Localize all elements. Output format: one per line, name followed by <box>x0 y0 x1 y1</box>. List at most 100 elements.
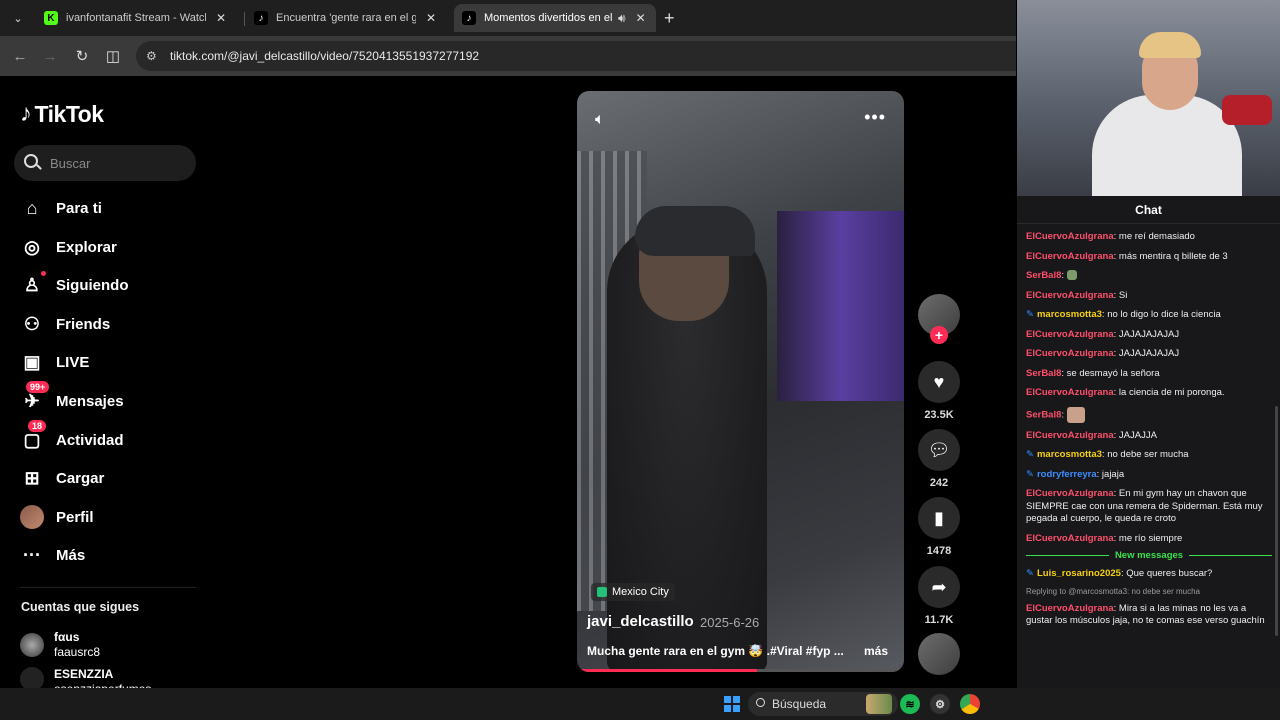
save-button[interactable]: ▮ 1478 <box>918 497 960 557</box>
chat-username[interactable]: rodryferreyra <box>1037 469 1097 480</box>
chat-username[interactable]: ElCuervoAzulgrana <box>1026 290 1114 301</box>
chrome-icon[interactable] <box>960 694 980 714</box>
chat-username[interactable]: marcosmotta3 <box>1037 309 1102 320</box>
video-player[interactable]: 🔈︎ ••• Mexico City javi_delcastillo 2025… <box>577 91 904 672</box>
avatar <box>20 667 44 688</box>
upload-icon: ⊞ <box>24 467 40 488</box>
chat-message: SerBal8: <box>1026 406 1272 423</box>
music-disc-button[interactable] <box>918 633 960 675</box>
nav-cargar[interactable]: ⊞ Cargar <box>20 463 104 493</box>
new-messages-divider: New messages <box>1026 550 1272 561</box>
close-tab-icon[interactable]: ✕ <box>426 11 436 25</box>
video-progress-bar[interactable] <box>577 669 904 672</box>
user-badge-icon: ✎ <box>1026 468 1034 480</box>
bookmark-icon: ▮ <box>918 497 960 539</box>
forward-icon[interactable]: → <box>40 46 60 66</box>
tab-title: Encuentra 'gente rara en el gimnasio' <box>276 12 416 24</box>
weather-widget-icon[interactable] <box>866 694 892 714</box>
followed-account[interactable]: ESENZZIA esenzziaperfumes <box>20 667 151 688</box>
comment-icon: 💬︎ <box>918 429 960 471</box>
windows-start-icon[interactable] <box>724 696 740 712</box>
nav-friends[interactable]: ⚇ Friends <box>20 309 110 339</box>
new-tab-icon[interactable]: + <box>664 8 675 29</box>
search-input[interactable]: Buscar <box>14 145 196 181</box>
back-icon[interactable]: ← <box>10 46 30 66</box>
more-options-icon[interactable]: ••• <box>864 107 886 128</box>
nav-label: LIVE <box>56 353 90 371</box>
chat-username[interactable]: ElCuervoAzulgrana <box>1026 251 1114 262</box>
webcam-figure-shirt <box>1092 95 1242 196</box>
app-icon[interactable]: ⚙ <box>930 694 950 714</box>
video-frame-purple-wall <box>777 211 904 401</box>
follow-plus-icon[interactable]: + <box>930 326 948 344</box>
chat-username[interactable]: Luis_rosarino2025 <box>1037 568 1121 579</box>
compass-icon: ◎ <box>24 236 40 257</box>
chat-username[interactable]: ElCuervoAzulgrana <box>1026 329 1114 340</box>
close-tab-icon[interactable]: ✕ <box>636 11 646 25</box>
chat-username[interactable]: ElCuervoAzulgrana <box>1026 533 1114 544</box>
creator-avatar-button[interactable]: + <box>918 294 960 344</box>
chat-text: JAJAJAJAJAJ <box>1118 348 1180 359</box>
tab-kick-stream[interactable]: K ivanfontanafit Stream - Watch Live ✕ <box>36 4 242 32</box>
chat-username[interactable]: marcosmotta3 <box>1037 449 1102 460</box>
chat-message: ElCuervoAzulgrana: la ciencia de mi poro… <box>1026 387 1272 400</box>
tiktok-favicon-icon: ♪ <box>254 11 268 25</box>
music-disc-icon <box>918 633 960 675</box>
chat-message: ElCuervoAzulgrana: me río siempre <box>1026 533 1272 546</box>
video-author[interactable]: javi_delcastillo <box>587 613 694 630</box>
account-name: ESENZZIA <box>54 667 114 681</box>
webcam-figure-hair <box>1139 32 1201 58</box>
nav-mas[interactable]: ··· Más <box>20 540 85 570</box>
activity-badge: 18 <box>28 420 47 432</box>
comment-count: 242 <box>929 477 949 489</box>
tiktok-logo[interactable]: ♪ TikTok <box>20 100 104 128</box>
tiktok-note-icon: ♪ <box>20 100 32 127</box>
video-date: 2025-6-26 <box>700 615 760 630</box>
tab-tiktok-search[interactable]: ♪ Encuentra 'gente rara en el gimnasio' … <box>246 4 452 32</box>
more-icon: ··· <box>23 544 41 565</box>
share-count: 11.7K <box>924 614 954 626</box>
tab-title: ivanfontanafit Stream - Watch Live <box>66 12 206 24</box>
nav-mensajes[interactable]: ✈ 99+ Mensajes <box>20 381 124 416</box>
chat-username[interactable]: ElCuervoAzulgrana <box>1026 231 1114 242</box>
share-button[interactable]: ➦ 11.7K <box>918 566 960 626</box>
chat-username[interactable]: ElCuervoAzulgrana <box>1026 348 1114 359</box>
chat-username[interactable]: ElCuervoAzulgrana <box>1026 387 1114 398</box>
nav-siguiendo[interactable]: ♙ Siguiendo <box>20 270 129 300</box>
tab-audio-icon[interactable]: 🔊︎ <box>618 11 626 26</box>
chat-username[interactable]: ElCuervoAzulgrana <box>1026 430 1114 441</box>
site-info-icon[interactable]: ⚙ <box>146 49 157 63</box>
chat-message: ElCuervoAzulgrana: me reí demasiado <box>1026 231 1272 244</box>
nav-para-ti[interactable]: ⌂ Para ti <box>20 193 102 223</box>
split-view-icon[interactable]: ◫ <box>103 46 123 66</box>
like-button[interactable]: ♥ 23.5K <box>918 361 960 421</box>
comment-button[interactable]: 💬︎ 242 <box>918 429 960 489</box>
address-bar[interactable]: ⚙ tiktok.com/@javi_delcastillo/video/752… <box>136 41 1016 71</box>
chat-username[interactable]: ElCuervoAzulgrana <box>1026 603 1114 614</box>
chat-username[interactable]: SerBal8 <box>1026 368 1061 379</box>
chat-username[interactable]: ElCuervoAzulgrana <box>1026 488 1114 499</box>
reload-icon[interactable]: ↻ <box>72 46 92 66</box>
chat-scrollbar[interactable] <box>1275 406 1278 636</box>
search-placeholder: Buscar <box>50 155 91 171</box>
nav-live[interactable]: ▣ LIVE <box>20 347 89 377</box>
volume-icon[interactable]: 🔈︎ <box>595 111 605 129</box>
chat-text: la ciencia de mi poronga. <box>1118 387 1225 398</box>
nav-perfil[interactable]: Perfil <box>20 502 94 532</box>
avatar <box>20 505 44 529</box>
new-dot <box>41 271 46 276</box>
spotify-icon[interactable]: ≋ <box>900 694 920 714</box>
close-tab-icon[interactable]: ✕ <box>216 11 226 25</box>
nav-label: Friends <box>56 315 111 333</box>
tab-tiktok-video[interactable]: ♪ Momentos divertidos en el gym 🔊︎ ✕ <box>454 4 656 32</box>
chat-text: no lo digo lo dice la ciencia <box>1107 309 1221 320</box>
tab-search-chevron-icon[interactable]: ⌄ <box>8 8 28 28</box>
chat-username[interactable]: SerBal8 <box>1026 409 1061 420</box>
nav-actividad[interactable]: ▢ 18 Actividad <box>20 420 124 455</box>
nav-explorar[interactable]: ◎ Explorar <box>20 232 117 262</box>
chat-text: JAJAJJA <box>1118 429 1157 441</box>
chat-username[interactable]: SerBal8 <box>1026 270 1061 281</box>
location-tag[interactable]: Mexico City <box>591 583 675 601</box>
caption-more-button[interactable]: más <box>864 644 888 658</box>
followed-account[interactable]: fαus faausrc8 <box>20 630 100 660</box>
